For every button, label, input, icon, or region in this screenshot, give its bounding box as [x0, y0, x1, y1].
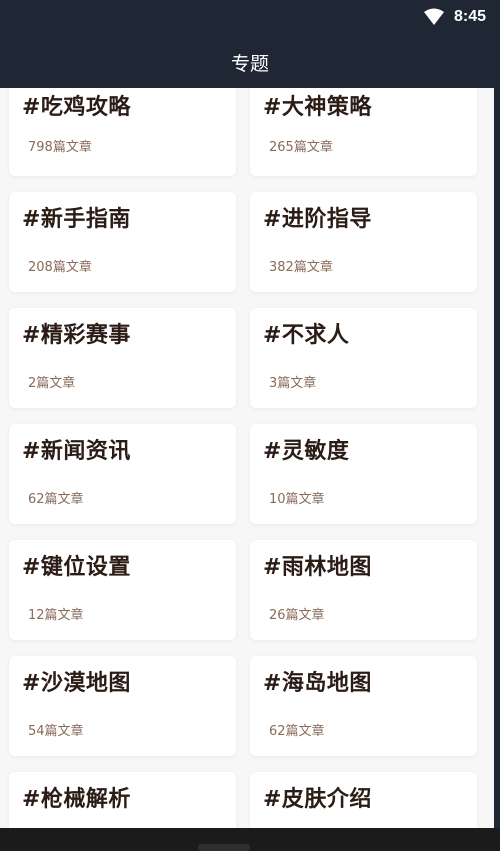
topic-article-count: 54篇文章 [28, 724, 84, 739]
navigation-bar [0, 828, 500, 851]
topic-article-count: 3篇文章 [269, 376, 317, 391]
topic-card[interactable]: #键位设置 12篇文章 [9, 540, 236, 640]
topic-article-count: 208篇文章 [28, 260, 92, 275]
topic-title: #吃鸡攻略 [22, 95, 131, 120]
topic-article-count: 26篇文章 [269, 608, 325, 623]
topic-title: #不求人 [263, 323, 350, 348]
topic-article-count: 10篇文章 [269, 492, 325, 507]
topic-card[interactable]: #皮肤介绍 [250, 772, 477, 828]
nav-handle[interactable] [198, 844, 250, 851]
topic-article-count: 62篇文章 [269, 724, 325, 739]
topic-list[interactable]: #吃鸡攻略 798篇文章 #大神策略 265篇文章 #新手指南 208篇文章 #… [0, 88, 494, 828]
topic-title: #新闻资讯 [22, 439, 131, 464]
topic-title: #大神策略 [263, 95, 372, 120]
topic-card[interactable]: #新手指南 208篇文章 [9, 192, 236, 292]
topic-card[interactable]: #不求人 3篇文章 [250, 308, 477, 408]
topic-title: #键位设置 [22, 555, 131, 580]
topic-card[interactable]: #雨林地图 26篇文章 [250, 540, 477, 640]
topic-card[interactable]: #新闻资讯 62篇文章 [9, 424, 236, 524]
app-bar: 专题 [0, 36, 500, 88]
topic-title: #沙漠地图 [22, 671, 131, 696]
topic-card[interactable]: #灵敏度 10篇文章 [250, 424, 477, 524]
topic-title: #新手指南 [22, 207, 131, 232]
topic-card[interactable]: #枪械解析 [9, 772, 236, 828]
topic-article-count: 62篇文章 [28, 492, 84, 507]
wifi-icon [423, 8, 444, 25]
topic-card[interactable]: #沙漠地图 54篇文章 [9, 656, 236, 756]
topic-card[interactable]: #精彩赛事 2篇文章 [9, 308, 236, 408]
topic-article-count: 798篇文章 [28, 140, 92, 155]
topic-card[interactable]: #进阶指导 382篇文章 [250, 192, 477, 292]
topic-card[interactable]: #大神策略 265篇文章 [250, 88, 477, 176]
status-bar: 8:45 [0, 0, 500, 36]
topic-title: #皮肤介绍 [263, 787, 372, 812]
topic-article-count: 382篇文章 [269, 260, 333, 275]
status-icons: 8:45 [423, 8, 486, 26]
topic-article-count: 12篇文章 [28, 608, 84, 623]
topic-title: #精彩赛事 [22, 323, 131, 348]
topic-article-count: 2篇文章 [28, 376, 76, 391]
status-time: 8:45 [453, 8, 486, 25]
topic-title: #灵敏度 [263, 439, 350, 464]
page-title: 专题 [230, 52, 269, 75]
topic-title: #海岛地图 [263, 671, 372, 696]
phone-screen: 8:45 专题 #吃鸡攻略 798篇文章 #大神策略 265篇文章 #新手指南 … [0, 0, 500, 851]
topic-card[interactable]: #吃鸡攻略 798篇文章 [9, 88, 236, 176]
topic-grid: #吃鸡攻略 798篇文章 #大神策略 265篇文章 #新手指南 208篇文章 #… [9, 88, 477, 828]
topic-article-count: 265篇文章 [269, 140, 333, 155]
topic-title: #枪械解析 [22, 787, 131, 812]
topic-card[interactable]: #海岛地图 62篇文章 [250, 656, 477, 756]
topic-title: #进阶指导 [263, 207, 372, 232]
topic-title: #雨林地图 [263, 555, 372, 580]
